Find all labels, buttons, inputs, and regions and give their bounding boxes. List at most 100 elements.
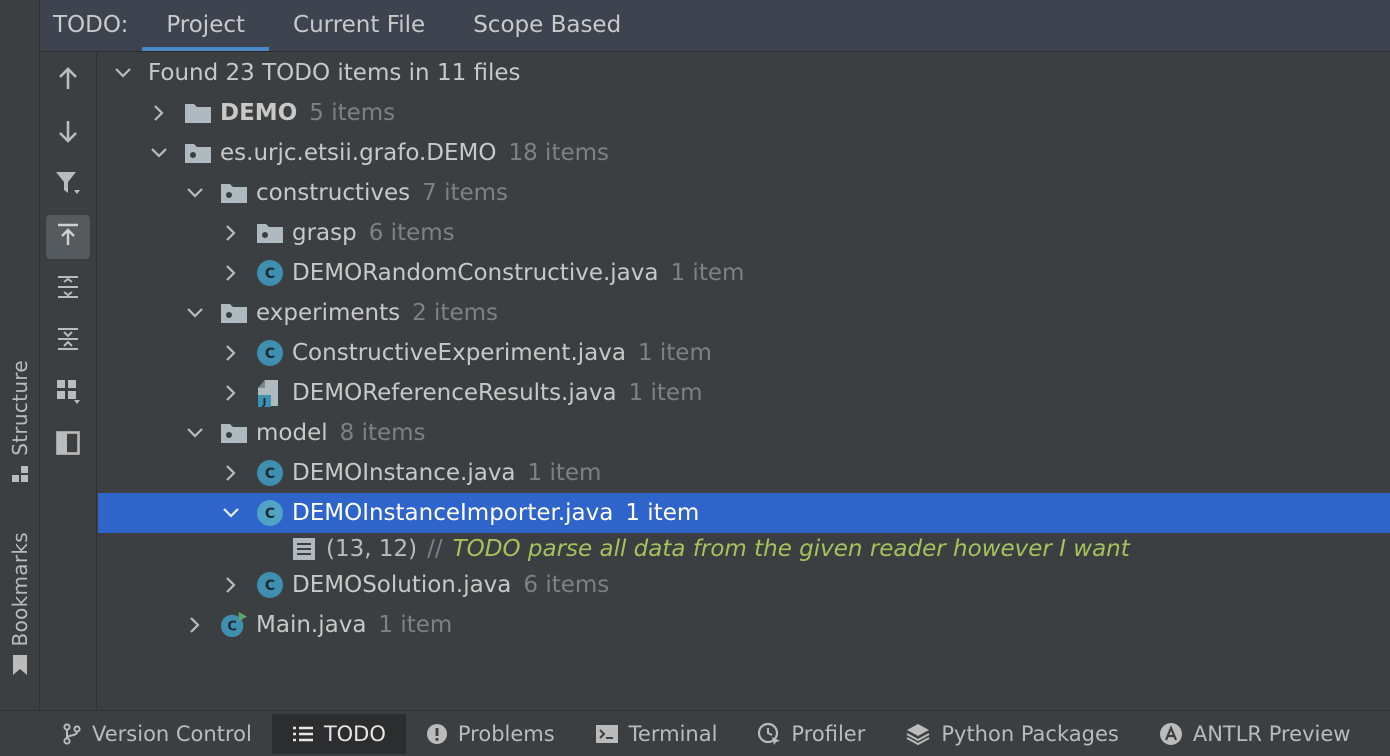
chevron-right-icon[interactable] <box>220 382 242 404</box>
node-count: 8 items <box>339 420 426 446</box>
group-by-button[interactable] <box>46 371 90 415</box>
branch-icon <box>62 722 82 745</box>
node-name: DEMOInstance.java <box>292 460 516 486</box>
chevron-down-icon[interactable] <box>184 182 206 204</box>
chevron-down-icon[interactable] <box>184 422 206 444</box>
tree-root-summary[interactable]: Found 23 TODO items in 11 files <box>98 53 1390 93</box>
svg-text:C: C <box>227 620 237 635</box>
node-name: DEMORandomConstructive.java <box>292 260 659 286</box>
package-icon <box>220 179 248 207</box>
chevron-down-icon[interactable] <box>112 62 134 84</box>
next-occurrence-button[interactable] <box>46 111 90 155</box>
bottom-tab-problems[interactable]: Problems <box>406 714 575 754</box>
tab-current-file[interactable]: Current File <box>269 0 449 50</box>
tab-project[interactable]: Project <box>142 0 269 51</box>
bottom-tab-label: ANTLR Preview <box>1192 721 1351 746</box>
node-name: DEMOSolution.java <box>292 572 512 598</box>
filter-button[interactable] <box>46 163 90 207</box>
node-count: 1 item <box>527 460 602 486</box>
package-icon <box>256 219 284 247</box>
svg-text:C: C <box>265 578 275 594</box>
chevron-down-icon[interactable] <box>184 302 206 324</box>
bottom-tab-label: Python Packages <box>941 721 1119 746</box>
tree-node-demo-solution[interactable]: C DEMOSolution.java 6 items <box>98 565 1390 605</box>
tab-scope-based[interactable]: Scope Based <box>449 0 645 50</box>
collapse-all-button[interactable] <box>46 319 90 363</box>
node-count: 1 item <box>628 380 703 406</box>
tree-node-demo-random-constructive[interactable]: C DEMORandomConstructive.java 1 item <box>98 253 1390 293</box>
terminal-icon <box>595 724 619 744</box>
filter-icon <box>54 169 82 201</box>
expand-all-button[interactable] <box>46 267 90 311</box>
node-name: grasp <box>292 220 357 246</box>
tab-label: Current File <box>293 12 426 38</box>
chevron-right-icon[interactable] <box>184 614 206 636</box>
bottom-tab-antlr-preview[interactable]: ANTLR Preview <box>1139 714 1371 754</box>
tree-node-demo-folder[interactable]: DEMO 5 items <box>98 93 1390 133</box>
node-name: Main.java <box>256 612 367 638</box>
node-count: 6 items <box>523 572 610 598</box>
tree-node-root-package[interactable]: es.urjc.etsii.grafo.DEMO 18 items <box>98 133 1390 173</box>
problems-icon <box>426 723 448 745</box>
bottom-tab-terminal[interactable]: Terminal <box>575 714 738 754</box>
bookmark-icon <box>11 654 29 680</box>
tree-node-main[interactable]: C Main.java 1 item <box>98 605 1390 645</box>
bottom-tab-python-packages[interactable]: Python Packages <box>885 714 1138 754</box>
bottom-tab-version-control[interactable]: Version Control <box>0 714 272 754</box>
bottom-tab-profiler[interactable]: Profiler <box>737 714 885 754</box>
svg-text:C: C <box>265 506 275 522</box>
chevron-right-icon[interactable] <box>220 574 242 596</box>
tree-node-demo-reference-results[interactable]: J DEMOReferenceResults.java 1 item <box>98 373 1390 413</box>
collapse-all-icon <box>55 326 81 356</box>
todo-toolbar <box>40 53 97 710</box>
todo-tool-window-header: TODO: Project Current File Scope Based <box>40 0 1390 52</box>
chevron-right-icon[interactable] <box>220 222 242 244</box>
chevron-down-icon[interactable] <box>148 142 170 164</box>
todo-comment-prefix: // <box>427 536 443 562</box>
svg-text:C: C <box>265 466 275 482</box>
autoscroll-icon <box>55 222 81 252</box>
group-by-icon <box>54 377 82 409</box>
antlr-icon <box>1159 722 1183 746</box>
structure-tab-label: Structure <box>8 360 32 456</box>
package-icon <box>220 299 248 327</box>
node-name: DEMOReferenceResults.java <box>292 380 617 406</box>
arrow-down-icon <box>56 118 80 148</box>
node-count: 7 items <box>422 180 509 206</box>
tree-node-demo-instance-importer[interactable]: C DEMOInstanceImporter.java 1 item <box>98 493 1390 533</box>
previous-occurrence-button[interactable] <box>46 59 90 103</box>
chevron-right-icon[interactable] <box>148 102 170 124</box>
chevron-right-icon[interactable] <box>220 342 242 364</box>
list-icon <box>292 725 314 743</box>
summary-text: Found 23 TODO items in 11 files <box>148 60 521 86</box>
node-count: 1 item <box>670 260 745 286</box>
java-class-icon: C <box>256 259 284 287</box>
chevron-right-icon[interactable] <box>220 462 242 484</box>
tree-node-constructive-experiment[interactable]: C ConstructiveExperiment.java 1 item <box>98 333 1390 373</box>
bottom-tab-label: Version Control <box>92 721 252 746</box>
node-name: DEMO <box>220 100 298 126</box>
left-tool-strip: Structure Bookmarks <box>0 0 40 710</box>
tree-node-experiments[interactable]: experiments 2 items <box>98 293 1390 333</box>
chevron-right-icon[interactable] <box>220 262 242 284</box>
bookmarks-tool-tab[interactable]: Bookmarks <box>0 532 40 680</box>
tree-node-grasp[interactable]: grasp 6 items <box>98 213 1390 253</box>
bottom-tab-todo[interactable]: TODO <box>271 713 406 754</box>
autoscroll-to-source-button[interactable] <box>46 215 90 259</box>
package-icon <box>220 419 248 447</box>
tree-node-demo-instance[interactable]: C DEMOInstance.java 1 item <box>98 453 1390 493</box>
node-name: es.urjc.etsii.grafo.DEMO <box>220 140 497 166</box>
expand-all-icon <box>55 274 81 304</box>
node-name: DEMOInstanceImporter.java <box>292 500 614 526</box>
node-count: 2 items <box>412 300 498 326</box>
chevron-down-icon[interactable] <box>220 502 242 524</box>
node-count: 1 item <box>625 500 700 526</box>
tree-node-model[interactable]: model 8 items <box>98 413 1390 453</box>
node-count: 1 item <box>637 340 712 366</box>
tree-node-constructives[interactable]: constructives 7 items <box>98 173 1390 213</box>
structure-tool-tab[interactable]: Structure <box>0 360 40 488</box>
todo-tree: Found 23 TODO items in 11 files DEMO 5 i… <box>98 53 1390 710</box>
preview-pane-button[interactable] <box>46 423 90 467</box>
tab-label: Scope Based <box>473 12 622 38</box>
todo-item-row[interactable]: (13, 12) // TODO parse all data from the… <box>98 530 1390 568</box>
